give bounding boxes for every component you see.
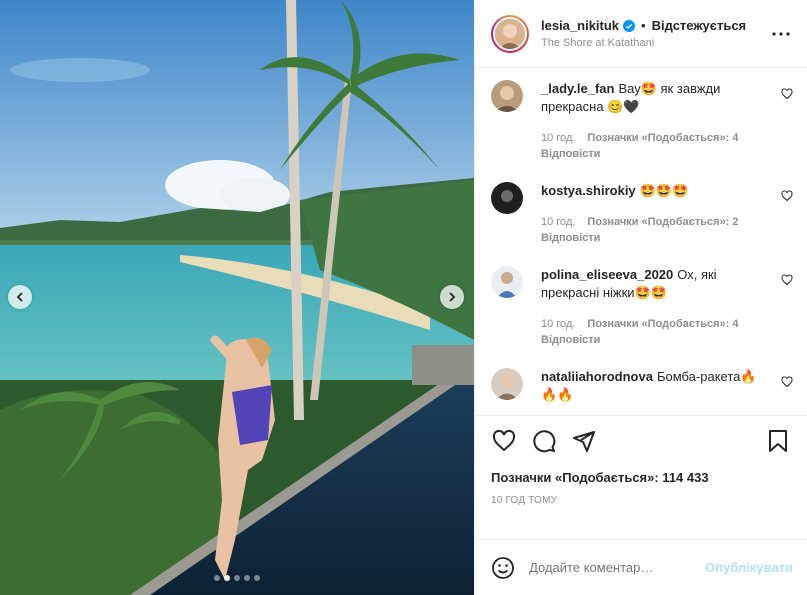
carousel-dot	[244, 575, 250, 581]
reply-button[interactable]: Відповісти	[541, 334, 600, 346]
comment-item: _lady.le_fan Вау🤩 як завжди прекрасна 😊🖤 …	[491, 80, 793, 162]
carousel-dot	[214, 575, 220, 581]
add-comment-bar: Опублікувати	[475, 539, 807, 595]
comment-time[interactable]: 10 год.	[541, 318, 575, 330]
share-button[interactable]	[571, 428, 597, 454]
reply-button[interactable]: Відповісти	[541, 148, 600, 160]
emoji-button[interactable]	[491, 555, 515, 581]
comment-text: 🤩🤩🤩	[639, 183, 689, 198]
author-avatar[interactable]	[491, 14, 529, 53]
commenter-avatar[interactable]	[491, 266, 523, 298]
comment-input[interactable]	[529, 560, 706, 575]
avatar-image	[495, 18, 525, 49]
separator-dot: •	[641, 18, 646, 33]
author-username[interactable]: lesia_nikituk	[541, 18, 619, 33]
post-details-panel: lesia_nikituk • Відстежується The Shore …	[474, 0, 807, 595]
post-header: lesia_nikituk • Відстежується The Shore …	[475, 0, 807, 68]
comment-button[interactable]	[531, 428, 557, 454]
heart-icon[interactable]	[781, 376, 793, 388]
reply-button[interactable]: Відповісти	[541, 232, 600, 244]
likes-count[interactable]: Позначки «Подобається»: 114 433	[491, 470, 791, 485]
comment-icon	[533, 430, 556, 453]
post-photo	[0, 0, 474, 595]
carousel-indicator	[0, 575, 474, 581]
heart-icon	[492, 429, 516, 452]
carousel-prev-button[interactable]	[8, 285, 32, 309]
comment-likes[interactable]: Позначки «Подобається»: 2	[587, 216, 738, 228]
share-icon	[573, 431, 595, 452]
chevron-left-icon	[16, 292, 23, 302]
chevron-right-icon	[449, 292, 456, 302]
comments-list: _lady.le_fan Вау🤩 як завжди прекрасна 😊🖤 …	[475, 68, 807, 415]
verified-badge-icon	[623, 19, 636, 32]
comment-username[interactable]: nataliiahorodnova	[541, 369, 653, 384]
post-timestamp[interactable]: 10 ГОД ТОМУ	[491, 495, 791, 506]
like-button[interactable]	[491, 428, 517, 454]
comment-item: kostya.shirokiy 🤩🤩🤩 10 год. Позначки «Подо…	[491, 182, 793, 246]
heart-icon[interactable]	[781, 274, 793, 286]
comment-item: polina_eliseeva_2020 Ох, які прекрасні ні…	[491, 266, 793, 348]
carousel-dot	[234, 575, 240, 581]
comment-time[interactable]: 10 год.	[541, 132, 575, 144]
comment-username[interactable]: _lady.le_fan	[541, 81, 614, 96]
heart-icon[interactable]	[781, 88, 793, 100]
commenter-avatar[interactable]	[491, 182, 523, 214]
heart-icon[interactable]	[781, 190, 793, 202]
post-media[interactable]	[0, 0, 474, 595]
post-actions: Позначки «Подобається»: 114 433 10 ГОД Т…	[475, 415, 807, 539]
save-button[interactable]	[765, 428, 791, 454]
carousel-next-button[interactable]	[440, 285, 464, 309]
carousel-dot-active	[224, 575, 230, 581]
more-options-icon	[772, 31, 790, 36]
commenter-avatar[interactable]	[491, 80, 523, 112]
post-location[interactable]: The Shore at Katathani	[541, 37, 769, 49]
comment-time[interactable]: 10 год.	[541, 216, 575, 228]
instagram-post-view: lesia_nikituk • Відстежується The Shore …	[0, 0, 807, 595]
comment-item: nataliiahorodnova Бомба-ракета🔥🔥🔥	[491, 368, 793, 404]
publish-button[interactable]: Опублікувати	[705, 560, 793, 575]
commenter-avatar[interactable]	[491, 368, 523, 400]
comment-username[interactable]: polina_eliseeva_2020	[541, 267, 673, 282]
more-options-button[interactable]	[769, 22, 793, 46]
bookmark-icon	[769, 430, 787, 452]
following-button[interactable]: Відстежується	[652, 18, 747, 33]
emoji-icon	[492, 556, 514, 579]
comment-username[interactable]: kostya.shirokiy	[541, 183, 636, 198]
comment-likes[interactable]: Позначки «Подобається»: 4	[587, 318, 738, 330]
comment-likes[interactable]: Позначки «Подобається»: 4	[587, 132, 738, 144]
carousel-dot	[254, 575, 260, 581]
